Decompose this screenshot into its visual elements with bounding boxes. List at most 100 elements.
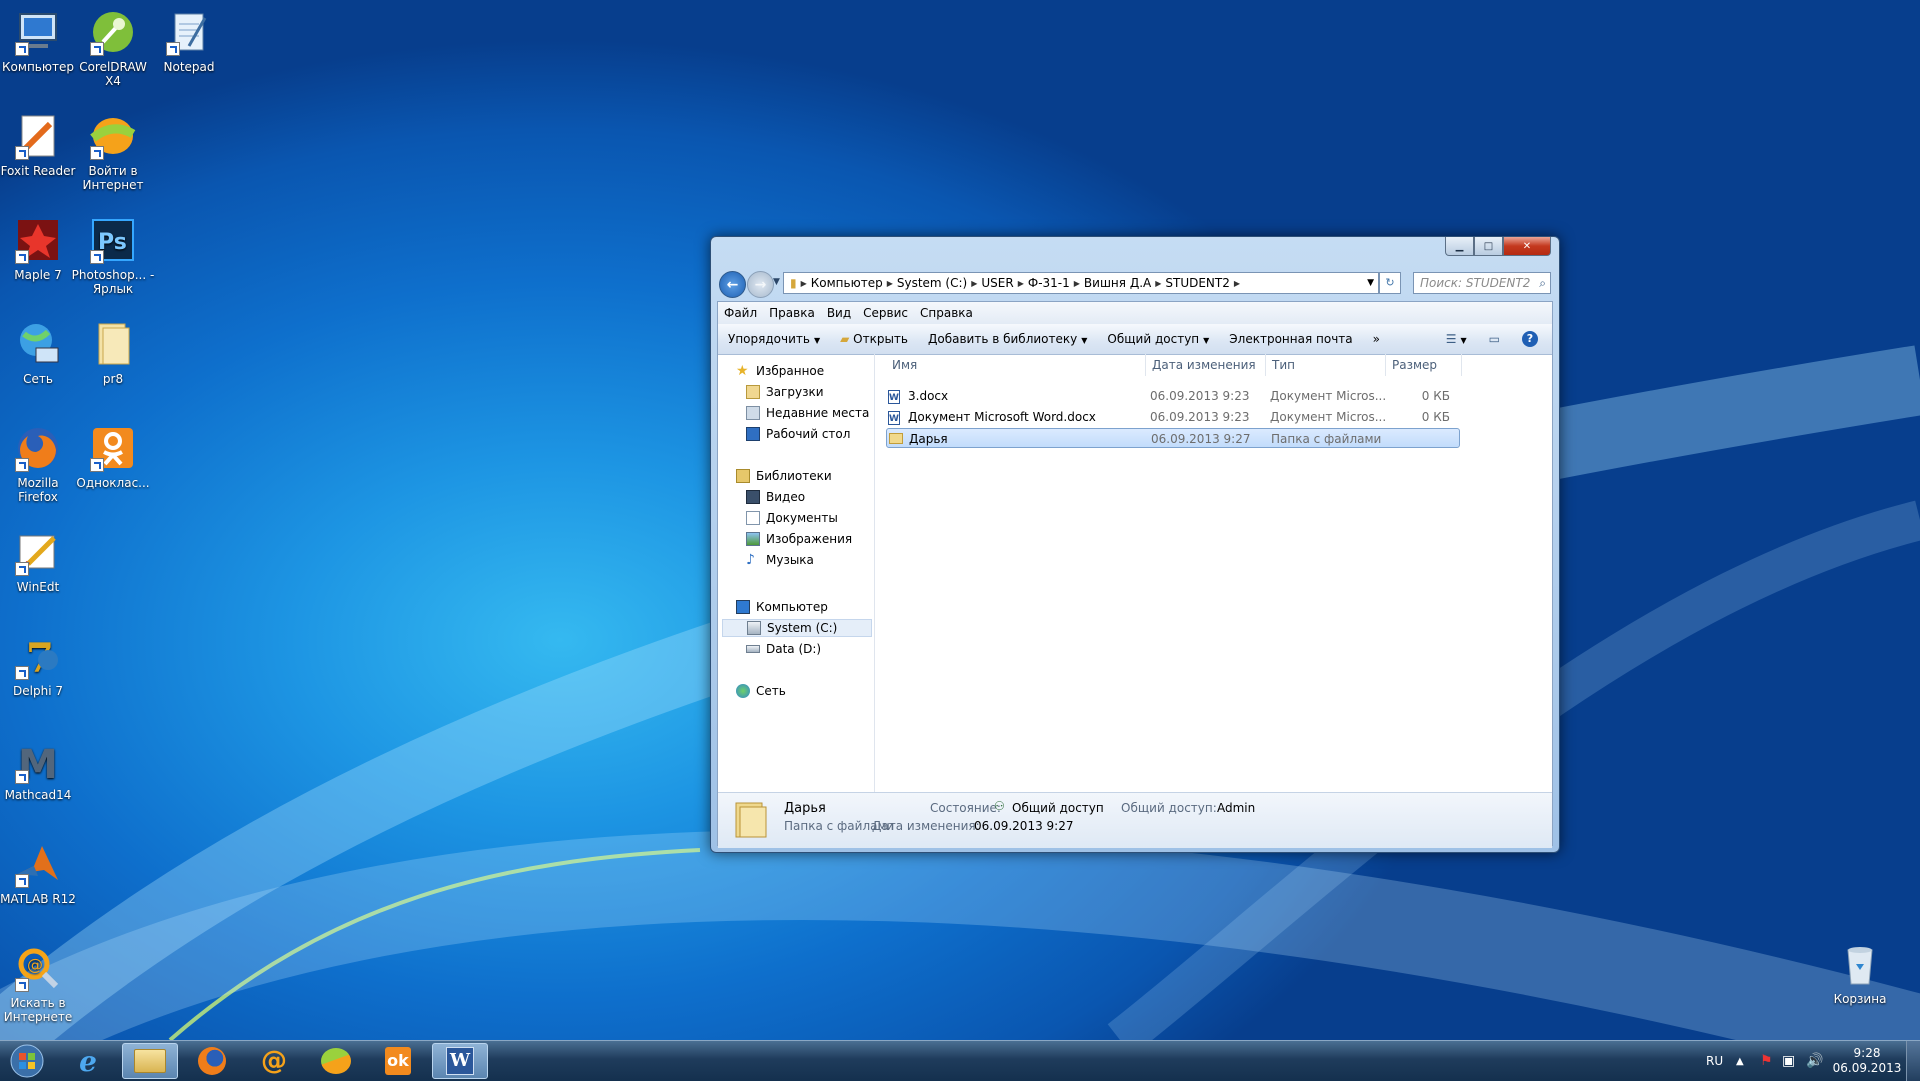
desktop-icon-pr8-folder[interactable]: pr8 — [71, 320, 155, 386]
menu-help[interactable]: Справка — [920, 306, 973, 320]
back-arrow-icon: ← — [726, 276, 739, 293]
breadcrumb-separator-icon: ▶ — [800, 278, 807, 288]
libraries-icon — [736, 469, 750, 483]
desktop-icon-delphi[interactable]: 7 Delphi 7 — [0, 632, 80, 698]
sidebar-item-images[interactable]: Изображения — [746, 530, 852, 548]
sidebar-item-video[interactable]: Видео — [746, 488, 805, 506]
desktop-icon-network[interactable]: Сеть — [0, 320, 80, 386]
open-button[interactable]: ▰ Открыть — [840, 332, 908, 346]
desktop-icon-foxit[interactable]: Foxit Reader — [0, 112, 80, 178]
taskbar-mail-agent-button[interactable]: @ — [246, 1043, 302, 1079]
back-button[interactable]: ← — [719, 271, 746, 298]
preview-pane-button[interactable]: ▭ — [1489, 332, 1500, 346]
network-status-icon[interactable]: ▣ — [1782, 1041, 1795, 1081]
desktop-icon-winedt[interactable]: WinEdt — [0, 528, 80, 594]
email-button[interactable]: Электронная почта — [1229, 332, 1352, 346]
breadcrumb-group[interactable]: Ф-31-1 — [1028, 276, 1070, 290]
preview-pane-icon: ▭ — [1488, 332, 1500, 346]
help-button[interactable]: ? — [1522, 331, 1538, 347]
explorer-window[interactable]: ▁ □ ✕ ← → ▼ ▮ ▶ Компьютер ▶ System (C:) … — [710, 236, 1560, 853]
desktop-icon-photoshop[interactable]: Ps Photoshop... - Ярлык — [71, 216, 155, 296]
sidebar-item-desktop[interactable]: Рабочий стол — [746, 425, 850, 443]
menu-tools[interactable]: Сервис — [863, 306, 908, 320]
file-type: Документ Micros... — [1270, 389, 1387, 403]
desktop-icon-internet-login[interactable]: Войти в Интернет — [71, 112, 155, 192]
sidebar-item-computer[interactable]: Компьютер — [736, 598, 828, 616]
desktop-icon-mathcad[interactable]: M Mathcad14 — [0, 736, 80, 802]
desktop-icon-notepad[interactable]: Notepad — [147, 8, 231, 74]
desktop-icon-firefox[interactable]: Mozilla Firefox — [0, 424, 80, 504]
hard-drive-icon — [746, 645, 760, 653]
taskbar-odnoklassniki-button[interactable]: ok — [370, 1043, 426, 1079]
sidebar-item-music[interactable]: ♪ Музыка — [746, 551, 814, 569]
recent-pages-dropdown[interactable]: ▼ — [773, 277, 780, 287]
sidebar-item-network[interactable]: Сеть — [736, 682, 786, 700]
images-icon — [746, 532, 760, 546]
file-row-selected[interactable]: Дарья 06.09.2013 9:27 Папка с файлами — [886, 428, 1460, 448]
taskbar-internet-login-button[interactable] — [308, 1043, 364, 1079]
desktop-icon-matlab[interactable]: MATLAB R12 — [0, 840, 80, 906]
maximize-icon: □ — [1483, 240, 1494, 252]
menu-file[interactable]: Файл — [724, 306, 757, 320]
taskbar-firefox-button[interactable] — [184, 1043, 240, 1079]
clock[interactable]: 9:28 06.09.2013 — [1833, 1041, 1902, 1081]
breadcrumb-computer[interactable]: Компьютер — [811, 276, 883, 290]
maximize-button[interactable]: □ — [1474, 237, 1503, 256]
windows-logo-icon — [10, 1044, 44, 1078]
desktop-icon-web-search[interactable]: @ Искать в Интернете — [0, 944, 80, 1024]
file-row[interactable]: W 3.docx 06.09.2013 9:23 Документ Micros… — [886, 386, 1460, 406]
desktop-icon-odnoklassniki[interactable]: Одноклас... — [71, 424, 155, 490]
sidebar-item-documents[interactable]: Документы — [746, 509, 838, 527]
forward-button[interactable]: → — [747, 271, 774, 298]
folder-icon — [98, 323, 130, 365]
show-hidden-icons-button[interactable]: ▲ — [1736, 1041, 1744, 1081]
add-to-library-label: Добавить в библиотеку — [928, 332, 1078, 346]
menu-edit[interactable]: Правка — [769, 306, 815, 320]
taskbar-explorer-button[interactable] — [122, 1043, 178, 1079]
view-options-button[interactable]: ☰ ▼ — [1446, 332, 1467, 346]
show-desktop-button[interactable] — [1906, 1041, 1920, 1081]
column-header-type[interactable]: Тип — [1266, 354, 1386, 376]
volume-icon[interactable]: 🔊 — [1806, 1041, 1823, 1081]
breadcrumb-user[interactable]: USER — [981, 276, 1013, 290]
sidebar-item-libraries[interactable]: Библиотеки — [736, 467, 832, 485]
sidebar-item-data-d[interactable]: Data (D:) — [746, 640, 821, 658]
taskbar-ie-button[interactable]: e — [60, 1043, 116, 1079]
start-button[interactable] — [4, 1043, 50, 1079]
language-indicator[interactable]: RU — [1706, 1041, 1723, 1081]
desktop-icon-recycle-bin[interactable]: Корзина — [1818, 940, 1902, 1006]
column-header-size[interactable]: Размер — [1386, 354, 1462, 376]
address-dropdown-icon[interactable]: ▼ — [1367, 278, 1374, 288]
command-bar: Упорядочить ▼ ▰ Открыть Добавить в библио… — [718, 324, 1552, 355]
desktop-icon-coreldraw[interactable]: CorelDRAW X4 — [71, 8, 155, 88]
desktop-icon-computer[interactable]: Компьютер — [0, 8, 80, 74]
close-button[interactable]: ✕ — [1503, 237, 1551, 256]
file-size — [1391, 429, 1451, 449]
sidebar-item-downloads[interactable]: Загрузки — [746, 383, 824, 401]
add-to-library-button[interactable]: Добавить в библиотеку ▼ — [928, 332, 1087, 346]
menu-view[interactable]: Вид — [827, 306, 851, 320]
refresh-icon: ↻ — [1385, 276, 1395, 289]
search-input[interactable]: Поиск: STUDENT2 ⌕ — [1413, 272, 1551, 294]
sidebar-item-recent[interactable]: Недавние места — [746, 404, 869, 422]
breadcrumb-system-c[interactable]: System (C:) — [897, 276, 967, 290]
breadcrumb-owner[interactable]: Вишня Д.А — [1084, 276, 1151, 290]
word-icon: W — [446, 1047, 474, 1075]
details-shared-value: Admin — [1217, 801, 1256, 815]
navigation-bar: ← → ▼ ▮ ▶ Компьютер ▶ System (C:) ▶ USER… — [717, 269, 1553, 299]
column-header-name[interactable]: Имя — [886, 354, 1146, 376]
taskbar-word-button[interactable]: W — [432, 1043, 488, 1079]
organize-button[interactable]: Упорядочить ▼ — [728, 332, 820, 346]
more-commands-button[interactable]: » — [1373, 332, 1380, 346]
sidebar-item-favorites[interactable]: ★ Избранное — [736, 362, 824, 380]
address-bar[interactable]: ▮ ▶ Компьютер ▶ System (C:) ▶ USER ▶ Ф-3… — [783, 272, 1379, 294]
refresh-button[interactable]: ↻ — [1379, 272, 1401, 294]
file-row[interactable]: W Документ Microsoft Word.docx 06.09.201… — [886, 407, 1460, 427]
share-button[interactable]: Общий доступ ▼ — [1107, 332, 1209, 346]
column-header-date[interactable]: Дата изменения — [1146, 354, 1266, 376]
desktop-icon-maple[interactable]: Maple 7 — [0, 216, 80, 282]
breadcrumb-student2[interactable]: STUDENT2 — [1165, 276, 1230, 290]
minimize-button[interactable]: ▁ — [1445, 237, 1474, 256]
action-center-icon[interactable]: ⚑ — [1760, 1041, 1773, 1081]
sidebar-item-system-c[interactable]: System (C:) — [722, 619, 872, 637]
